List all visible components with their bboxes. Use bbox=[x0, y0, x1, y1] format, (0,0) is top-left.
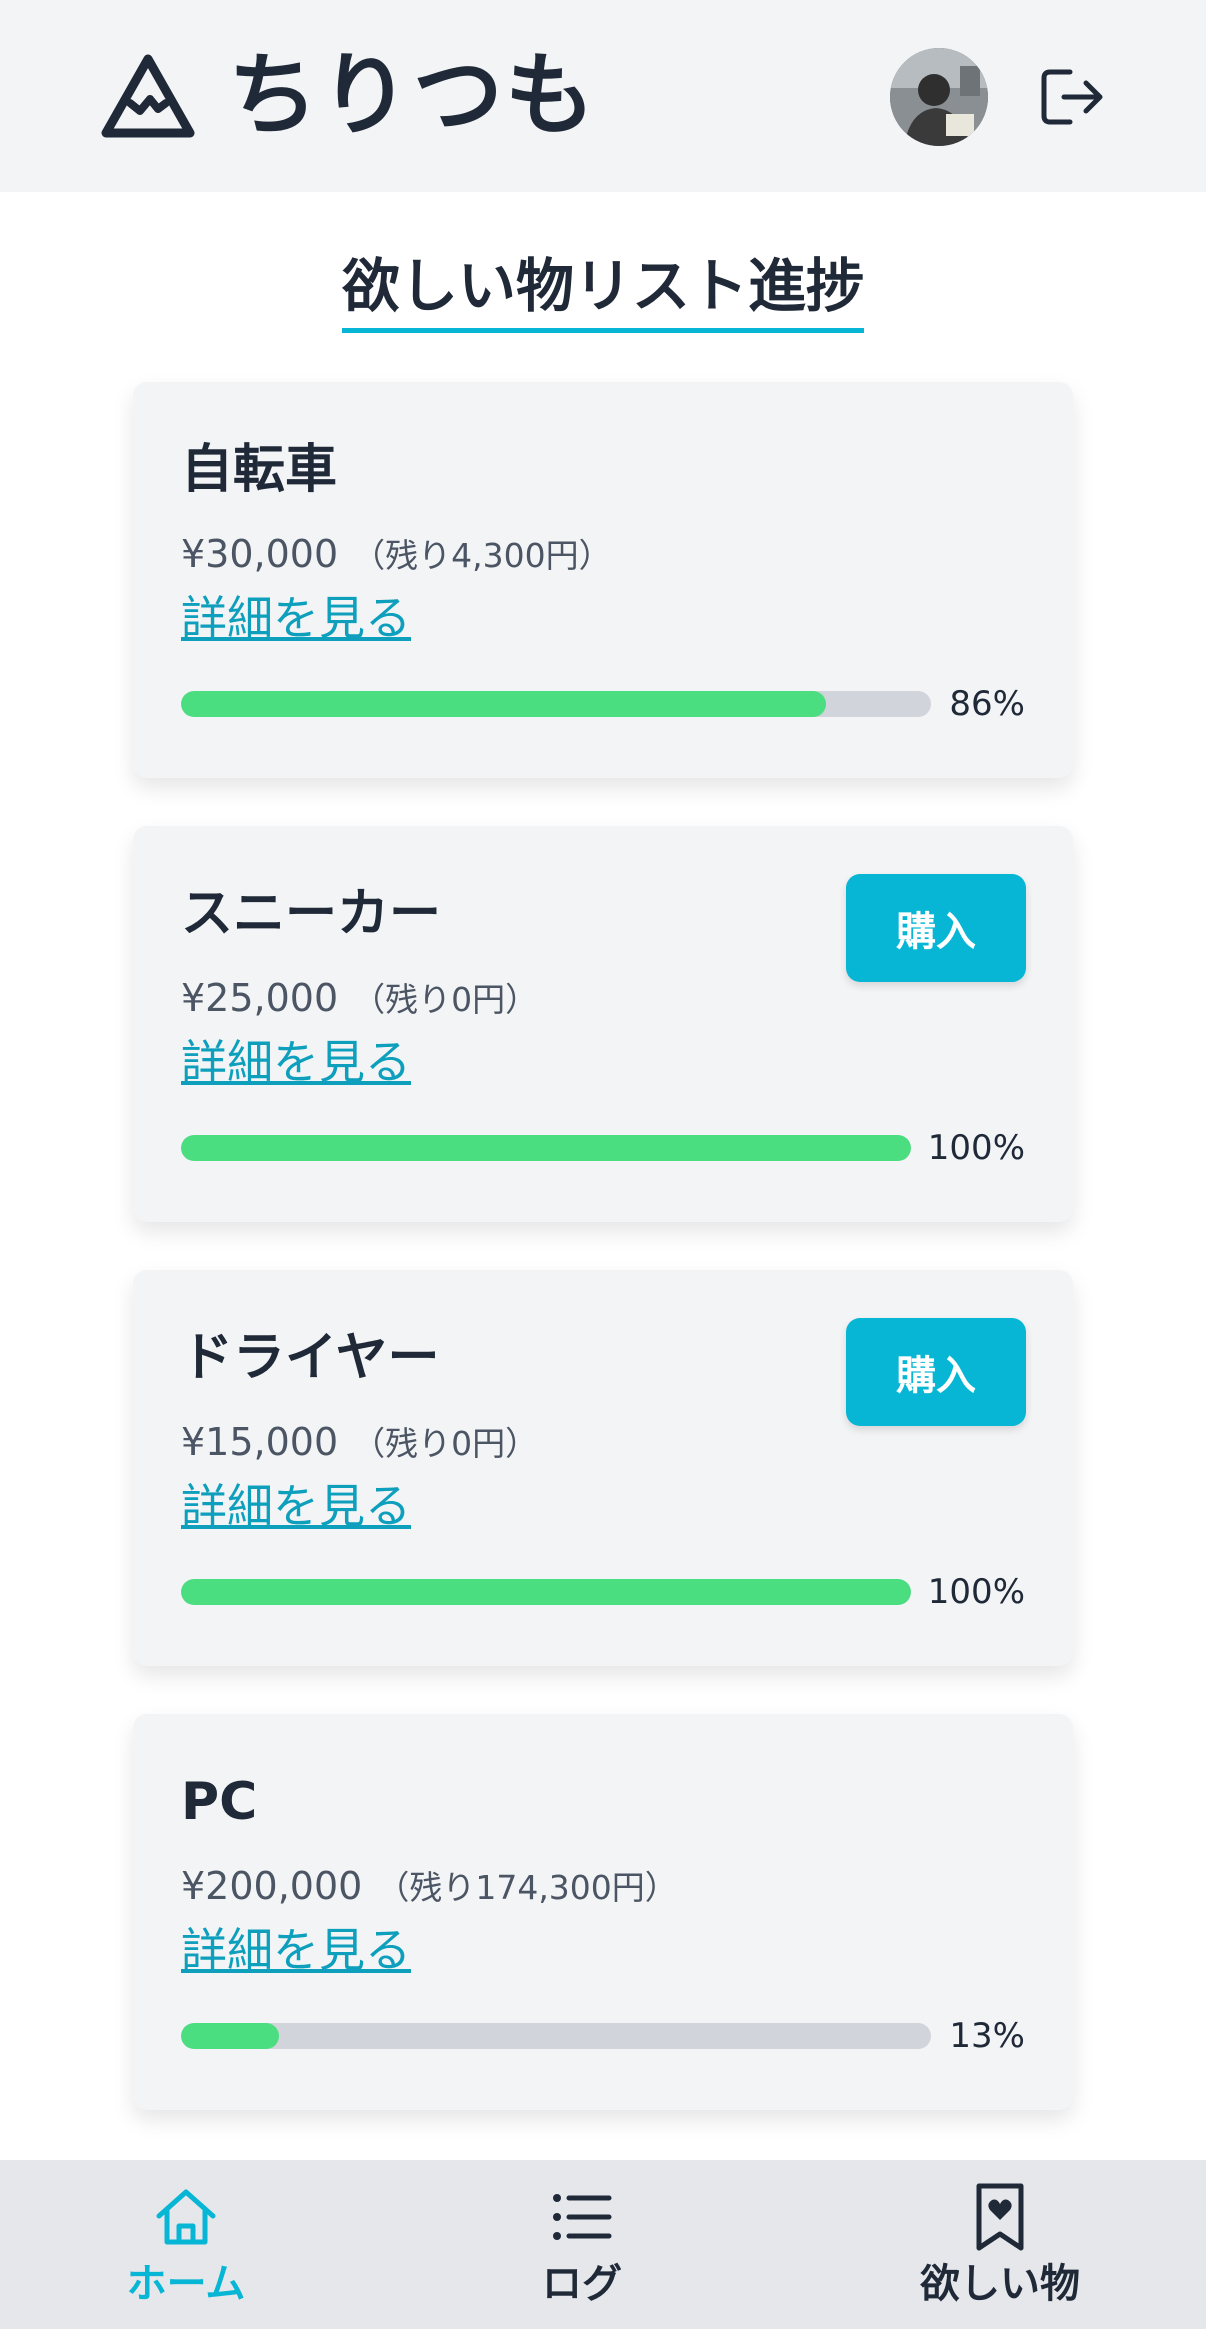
item-name: 自転車 bbox=[181, 440, 338, 500]
logout-icon[interactable] bbox=[1040, 66, 1106, 128]
buy-button[interactable]: 購入 bbox=[846, 1318, 1026, 1426]
nav-label-wishlist: 欲しい物 bbox=[920, 2261, 1080, 2307]
progress-percent: 13% bbox=[949, 2016, 1025, 2056]
wish-item-card: スニーカー 購入 ¥25,000 （残り0円） 詳細を見る 100% bbox=[133, 826, 1073, 1222]
progress-fill bbox=[181, 1135, 911, 1161]
detail-link[interactable]: 詳細を見る bbox=[181, 1032, 411, 1092]
item-name: ドライヤー bbox=[181, 1328, 440, 1388]
section-title-wrap: 欲しい物リスト進捗 bbox=[0, 250, 1206, 333]
item-name: スニーカー bbox=[181, 884, 442, 944]
item-price-line: ¥200,000 （残り174,300円） bbox=[181, 1862, 678, 1912]
detail-link[interactable]: 詳細を見る bbox=[181, 1476, 411, 1536]
nav-item-log[interactable]: ログ bbox=[482, 2160, 682, 2329]
section-title: 欲しい物リスト進捗 bbox=[341, 250, 864, 333]
progress-fill bbox=[181, 691, 826, 717]
buy-button[interactable]: 購入 bbox=[846, 874, 1026, 982]
item-price-line: ¥30,000 （残り4,300円） bbox=[181, 530, 612, 580]
progress-percent: 100% bbox=[927, 1572, 1025, 1612]
item-remaining: （残り0円） bbox=[352, 1424, 539, 1463]
progress-percent: 100% bbox=[927, 1128, 1025, 1168]
wish-item-card: ドライヤー 購入 ¥15,000 （残り0円） 詳細を見る 100% bbox=[133, 1270, 1073, 1666]
nav-label-home: ホーム bbox=[126, 2261, 246, 2307]
item-price: ¥25,000 bbox=[181, 976, 339, 1020]
bookmark-heart-icon bbox=[976, 2183, 1024, 2251]
wish-item-card: 自転車 ¥30,000 （残り4,300円） 詳細を見る 86% bbox=[133, 382, 1073, 778]
progress-percent: 86% bbox=[949, 684, 1025, 724]
progress-bar bbox=[181, 1579, 911, 1605]
bottom-nav: ホーム ログ 欲しい物 bbox=[0, 2160, 1206, 2329]
progress-bar bbox=[181, 691, 931, 717]
progress-fill bbox=[181, 1579, 911, 1605]
detail-link[interactable]: 詳細を見る bbox=[181, 1920, 411, 1980]
nav-label-log: ログ bbox=[542, 2261, 622, 2307]
item-price: ¥15,000 bbox=[181, 1420, 339, 1464]
progress-bar bbox=[181, 2023, 931, 2049]
item-remaining: （残り174,300円） bbox=[376, 1868, 678, 1907]
item-name: PC bbox=[181, 1772, 258, 1832]
item-price: ¥30,000 bbox=[181, 532, 339, 576]
item-remaining: （残り0円） bbox=[352, 980, 539, 1019]
user-avatar[interactable] bbox=[890, 48, 988, 146]
item-price-line: ¥25,000 （残り0円） bbox=[181, 974, 538, 1024]
mountain-icon bbox=[101, 54, 195, 138]
nav-item-home[interactable]: ホーム bbox=[86, 2160, 286, 2329]
home-icon bbox=[156, 2189, 216, 2245]
app-title: ちりつも bbox=[228, 43, 597, 148]
item-price: ¥200,000 bbox=[181, 1864, 363, 1908]
detail-link[interactable]: 詳細を見る bbox=[181, 588, 411, 648]
wish-item-card: PC ¥200,000 （残り174,300円） 詳細を見る 13% bbox=[133, 1714, 1073, 2110]
progress-fill bbox=[181, 2023, 279, 2049]
item-price-line: ¥15,000 （残り0円） bbox=[181, 1418, 538, 1468]
progress-bar bbox=[181, 1135, 911, 1161]
list-icon bbox=[553, 2194, 612, 2240]
item-remaining: （残り4,300円） bbox=[352, 536, 612, 575]
nav-item-wishlist[interactable]: 欲しい物 bbox=[880, 2160, 1120, 2329]
app-header: ちりつも bbox=[0, 0, 1206, 192]
